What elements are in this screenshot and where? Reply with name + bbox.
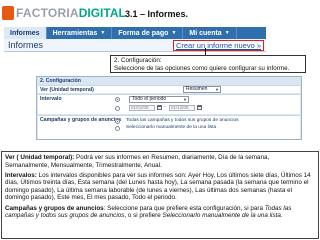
interval-preset-radio[interactable]: [115, 97, 120, 102]
campaign-description-text: , o si prefiere: [124, 212, 163, 220]
chevron-down-icon: ▼: [215, 87, 219, 92]
calendar-icon[interactable]: [197, 105, 202, 110]
view-select[interactable]: Resumen ▼: [183, 86, 221, 93]
logo-text: FACTORIA: [16, 6, 79, 20]
chevron-down-icon: ▼: [183, 97, 187, 102]
create-report-link[interactable]: Crear un informe nuevo »: [172, 39, 264, 51]
interval-select-value: Todo el periodo: [132, 96, 167, 102]
date-from-value: 01/01/08: [131, 105, 149, 110]
campaigns-manual-radio[interactable]: [115, 126, 120, 131]
campaign-description-text: .: [280, 212, 283, 220]
logo: FACTORIA DIGITAL: [2, 2, 126, 24]
interval-description: Intervalos: Los intervalos disponibles p…: [5, 172, 315, 202]
interval-row: Intervalo Todo el periodo ▼ 01/01/08 - 0…: [38, 94, 300, 114]
callout-box: 2. Configuración: Seleccione de las opci…: [110, 55, 306, 73]
interval-description-title: Intervalos:: [5, 171, 37, 179]
campaigns-manual-option[interactable]: Seleccionarlo manualmente de la una list…: [126, 125, 216, 130]
chevron-down-icon: ▼: [171, 30, 177, 36]
logo-mark-icon: [2, 6, 14, 20]
campaigns-label: Campañas y grupos de anuncios: [40, 117, 122, 123]
nav-tab-label: Herramientas: [52, 29, 98, 37]
view-label: Ver (Unidad temporal): [40, 87, 94, 93]
date-separator: -: [164, 104, 166, 110]
view-description-title: Ver ( Unidad temporal):: [5, 154, 75, 161]
nav-tab-label: Forma de pago: [118, 29, 169, 37]
interval-description-text: Los intervalos disponibles para ver sus …: [5, 171, 311, 202]
sub-header: Informes Crear un informe nuevo »: [4, 39, 266, 52]
campaigns-all-radio[interactable]: [115, 119, 120, 124]
campaign-description-title: Campañas y grupos de anuncios: [5, 204, 104, 212]
date-from-input[interactable]: 01/01/08: [129, 105, 155, 111]
nav-tab-herramientas[interactable]: Herramientas ▼: [47, 27, 113, 39]
slide: FACTORIA DIGITAL 3.1 – Informes. Informe…: [0, 0, 320, 240]
callout-text: Seleccione de las opciones como quiere c…: [114, 65, 290, 72]
campaigns-row: Campañas y grupos de anuncios Todas las …: [38, 115, 300, 139]
nav-tab-informes[interactable]: Informes: [4, 27, 47, 39]
view-description: Ver ( Unidad temporal): Podrá ver sus in…: [5, 154, 315, 169]
interval-custom-radio[interactable]: [115, 106, 120, 111]
interval-label: Intervalo: [40, 96, 62, 102]
campaign-description-option-manual: Seleccionarlo manualmente de la una list…: [162, 212, 281, 220]
slide-title-bar: 3.1 – Informes.: [115, 4, 320, 24]
nav-tab-label: Informes: [10, 29, 40, 37]
view-select-value: Resumen: [186, 86, 208, 92]
chevron-down-icon: ▼: [224, 30, 230, 36]
configuration-panel: 2. Configuración Ver (Unidad temporal) R…: [36, 76, 302, 140]
interval-select[interactable]: Todo el periodo ▼: [129, 96, 189, 103]
view-row: Ver (Unidad temporal) Resumen ▼: [38, 85, 300, 93]
campaigns-all-option[interactable]: Todas las campañas y todos sus grupos de…: [126, 118, 239, 123]
date-to-input[interactable]: 01/12/08: [169, 105, 195, 111]
campaign-description: Campañas y grupos de anuncios: Seleccion…: [5, 205, 315, 220]
nav-tab-forma-de-pago[interactable]: Forma de pago ▼: [112, 27, 184, 39]
nav-tab-mi-cuenta[interactable]: Mi cuenta ▼: [183, 27, 237, 39]
chevron-down-icon: ▼: [100, 30, 106, 36]
campaign-description-text: : Seleccione para que prefiere esta conf…: [103, 204, 265, 212]
main-nav: Informes Herramientas ▼ Forma de pago ▼ …: [4, 27, 266, 39]
panel-title: 2. Configuración: [40, 78, 81, 84]
slide-title: 3.1 – Informes.: [125, 9, 189, 19]
nav-tab-label: Mi cuenta: [189, 29, 222, 37]
calendar-icon[interactable]: [157, 105, 162, 110]
callout-title: 2. Configuración:: [114, 57, 162, 64]
description-box: Ver ( Unidad temporal): Podrá ver sus in…: [1, 151, 319, 239]
date-to-value: 01/12/08: [171, 105, 189, 110]
page-title: Informes: [8, 40, 44, 50]
